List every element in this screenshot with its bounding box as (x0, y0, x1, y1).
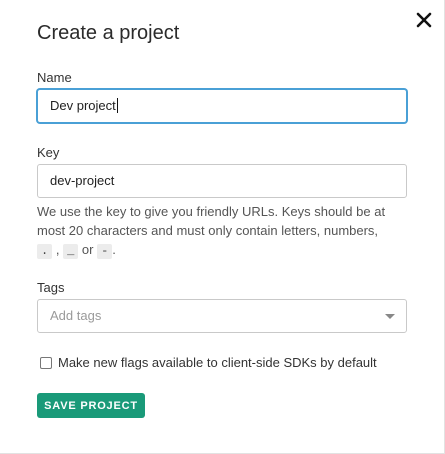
client-side-checkbox-label[interactable]: Make new flags available to client-side … (58, 355, 377, 370)
tags-select[interactable]: Add tags (37, 299, 407, 333)
create-project-dialog: Create a project Name Dev project Key de… (0, 0, 445, 454)
key-help-text: We use the key to give you friendly URLs… (37, 202, 407, 259)
tags-label: Tags (37, 280, 65, 295)
allowed-char-underscore: _ (63, 244, 79, 259)
text-caret (116, 98, 118, 114)
allowed-char-period: . (37, 244, 53, 259)
key-help-sentence: We use the key to give you friendly URLs… (37, 204, 386, 238)
key-input[interactable]: dev-project (37, 164, 407, 198)
tags-placeholder: Add tags (50, 308, 102, 323)
save-project-button[interactable]: SAVE PROJECT (37, 393, 145, 418)
close-icon[interactable] (414, 10, 434, 30)
client-side-checkbox[interactable] (40, 356, 52, 369)
help-period: . (112, 242, 116, 257)
name-input-value: Dev project (50, 98, 116, 113)
chevron-down-icon[interactable] (385, 314, 395, 319)
name-input[interactable]: Dev project (37, 89, 407, 123)
name-label: Name (37, 70, 72, 85)
key-input-value: dev-project (50, 173, 115, 188)
help-comma: , (55, 242, 60, 257)
key-label: Key (37, 145, 60, 160)
client-side-option-row: Make new flags available to client-side … (40, 355, 377, 370)
allowed-char-hyphen: - (97, 244, 113, 259)
dialog-title: Create a project (37, 22, 180, 44)
help-or: or (81, 242, 94, 257)
